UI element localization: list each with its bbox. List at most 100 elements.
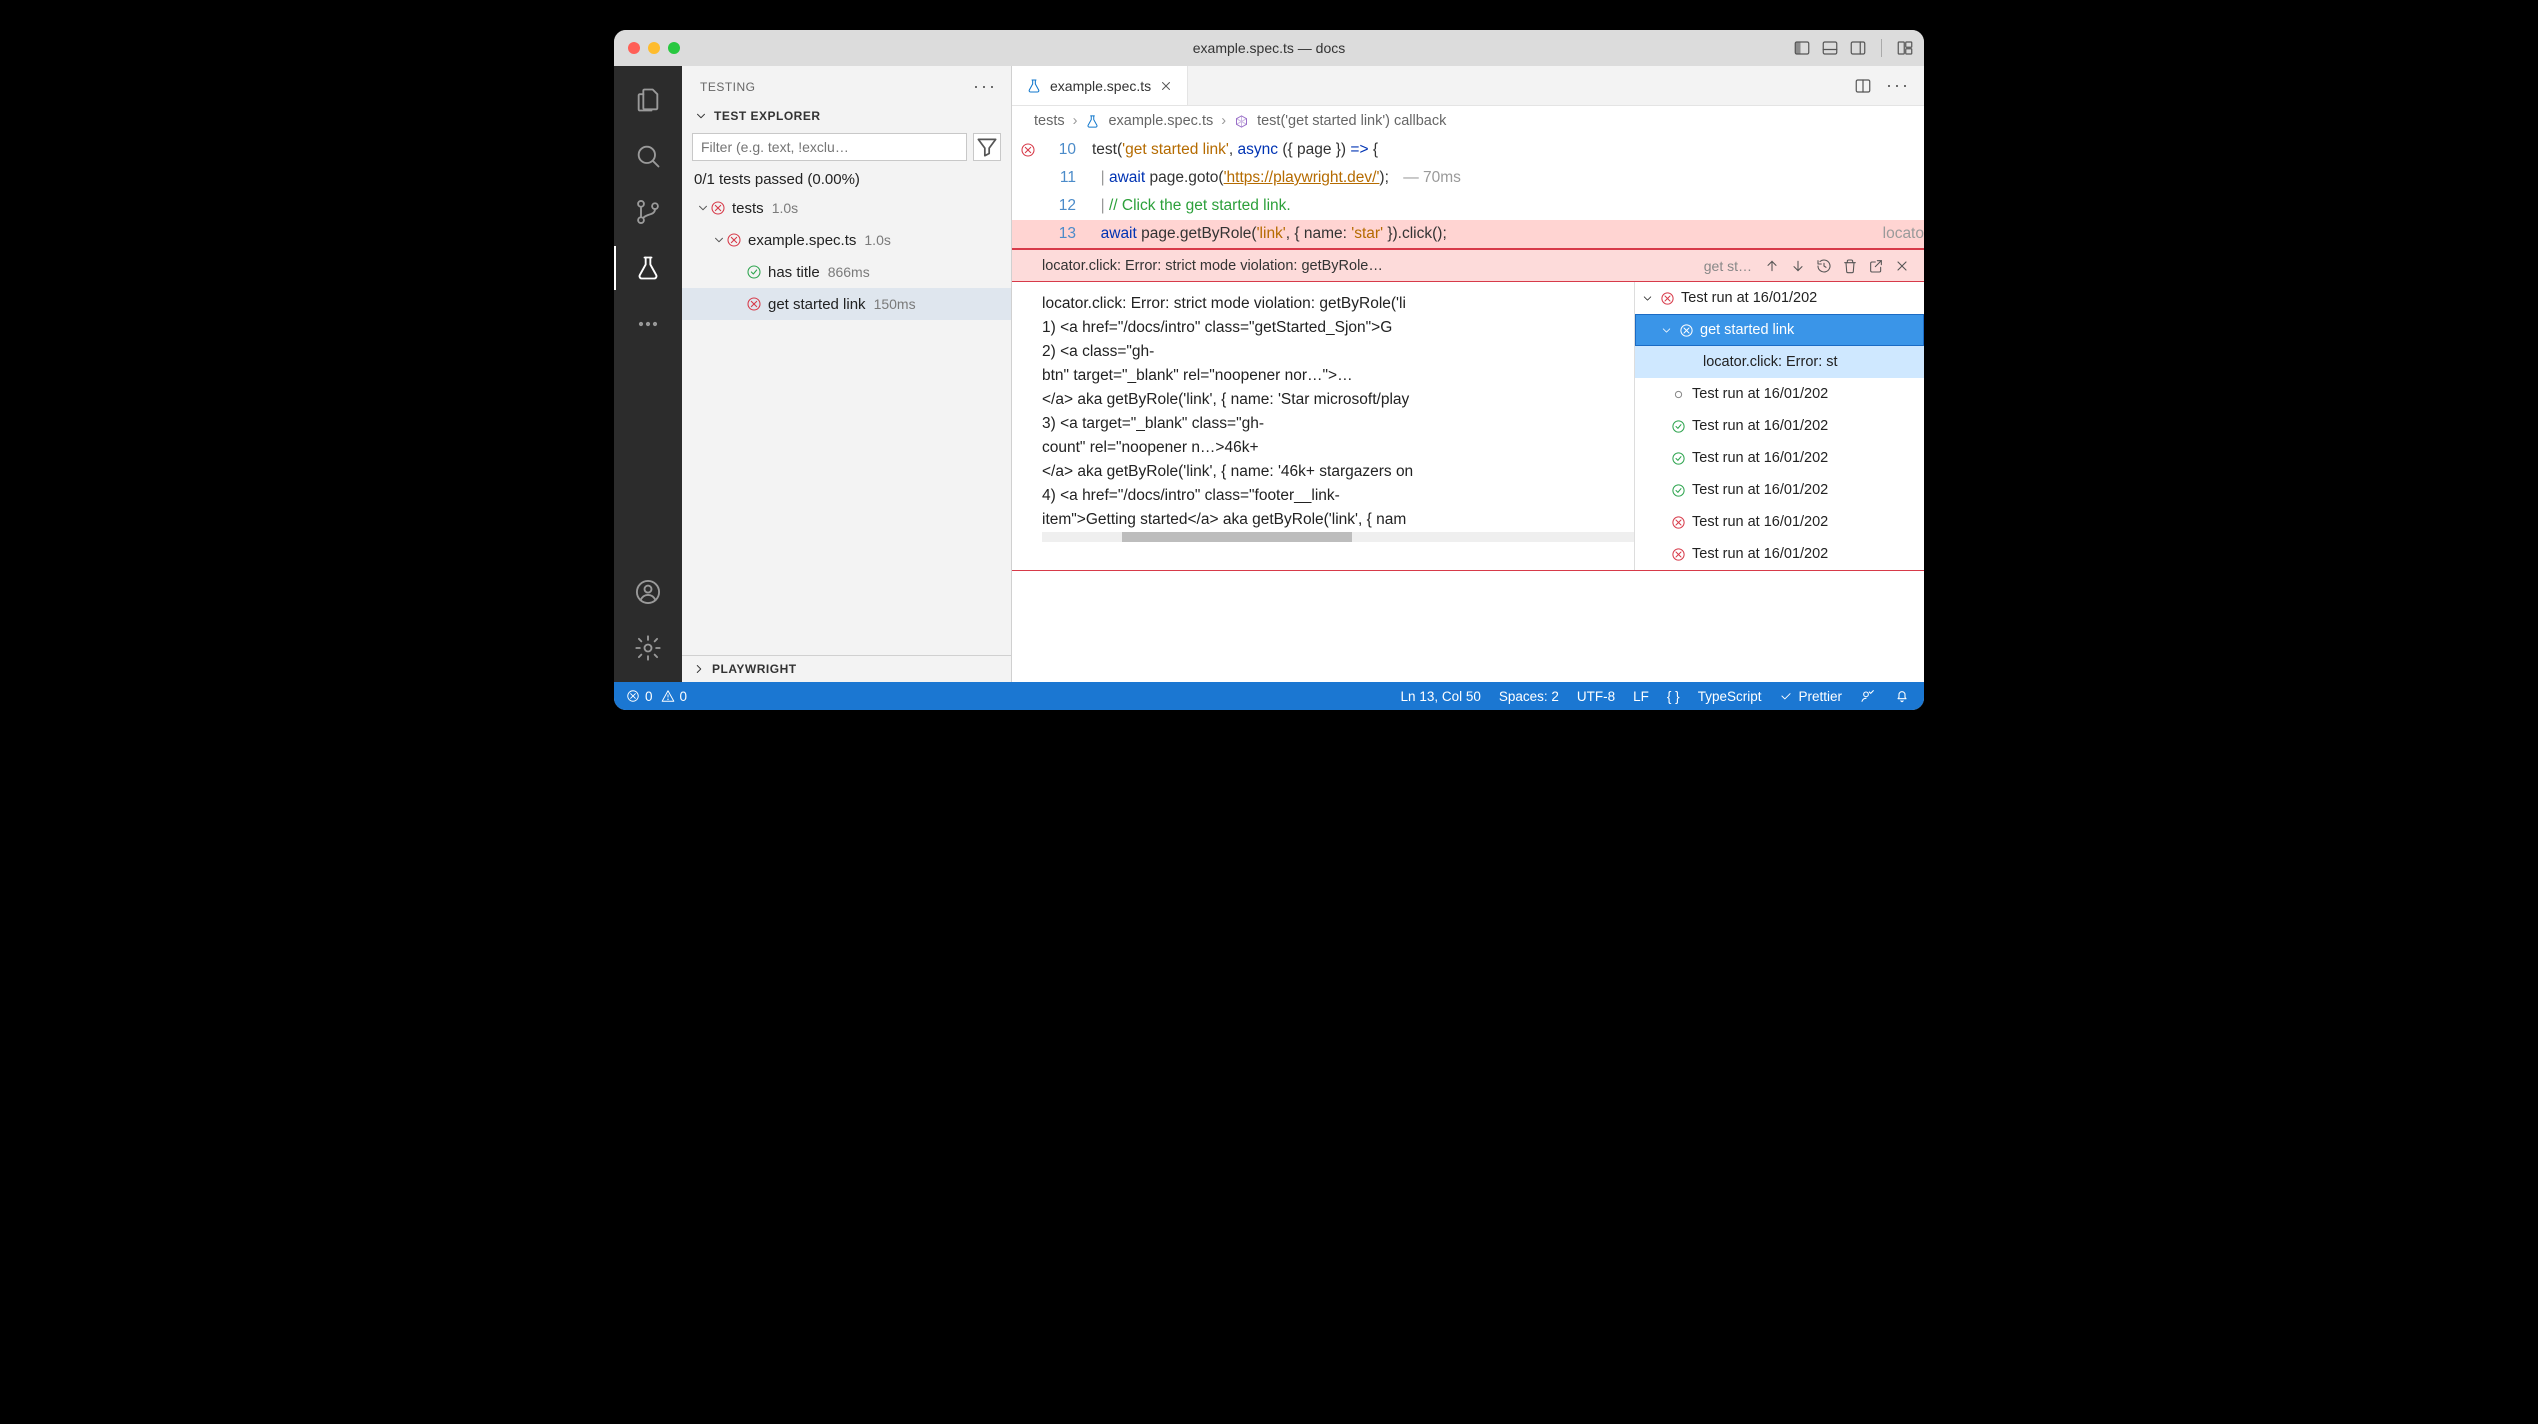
activity-search[interactable] xyxy=(614,128,682,184)
bell-icon[interactable] xyxy=(1894,688,1910,704)
peek-error-short: get st… xyxy=(1704,258,1752,274)
activity-bar xyxy=(614,66,682,682)
breadcrumbs[interactable]: tests › example.spec.ts › test('get star… xyxy=(1012,106,1924,136)
tree-row-has-title[interactable]: has title 866ms xyxy=(682,256,1011,288)
close-window-button[interactable] xyxy=(628,42,640,54)
panel-right-icon[interactable] xyxy=(1849,39,1867,57)
run-row[interactable]: Test run at 16/01/202 xyxy=(1635,378,1924,410)
run-row[interactable]: Test run at 16/01/202 xyxy=(1635,410,1924,442)
filter-button[interactable] xyxy=(973,133,1001,161)
fail-icon xyxy=(746,296,762,312)
editor-pane: example.spec.ts ··· tests › example.spec… xyxy=(1012,66,1924,682)
status-indent[interactable]: Spaces: 2 xyxy=(1499,689,1559,704)
sidebar-title: TESTING xyxy=(700,80,756,94)
status-cursor[interactable]: Ln 13, Col 50 xyxy=(1401,689,1481,704)
gear-icon xyxy=(634,634,662,662)
beaker-icon xyxy=(634,254,662,282)
panel-bottom-icon[interactable] xyxy=(1821,39,1839,57)
test-tree: tests 1.0s example.spec.ts 1.0s has titl… xyxy=(682,190,1011,655)
tree-row-tests[interactable]: tests 1.0s xyxy=(682,192,1011,224)
tree-row-get-started[interactable]: get started link 150ms xyxy=(682,288,1011,320)
sidebar-more-icon[interactable]: ··· xyxy=(973,76,997,97)
run-row[interactable]: Test run at 16/01/202 xyxy=(1635,506,1924,538)
peek-error-details[interactable]: locator.click: Error: strict mode violat… xyxy=(1012,282,1634,570)
activity-settings[interactable] xyxy=(614,620,682,676)
peek-error-message: locator.click: Error: strict mode violat… xyxy=(1042,258,1692,274)
account-icon xyxy=(634,578,662,606)
tree-duration: 866ms xyxy=(828,264,870,280)
status-errors[interactable]: 0 xyxy=(626,689,653,704)
beaker-icon xyxy=(1085,114,1100,129)
error-count-icon xyxy=(626,689,640,703)
breadcrumb-item[interactable]: tests xyxy=(1034,113,1065,129)
peek-body: locator.click: Error: strict mode violat… xyxy=(1012,282,1924,571)
fail-icon xyxy=(1671,515,1686,530)
filter-input[interactable] xyxy=(692,133,967,161)
ellipsis-icon xyxy=(634,310,662,338)
tree-label: example.spec.ts xyxy=(748,232,856,249)
activity-testing[interactable] xyxy=(614,240,682,296)
tree-duration: 1.0s xyxy=(772,200,798,216)
status-encoding[interactable]: UTF-8 xyxy=(1577,689,1615,704)
testing-sidebar: TESTING ··· TEST EXPLORER 0/1 tests pass… xyxy=(682,66,1012,682)
footer-label: PLAYWRIGHT xyxy=(712,662,797,676)
editor-more-icon[interactable]: ··· xyxy=(1886,75,1910,96)
trash-icon[interactable] xyxy=(1842,258,1858,274)
activity-more[interactable] xyxy=(614,296,682,352)
run-row[interactable]: Test run at 16/01/202 xyxy=(1635,442,1924,474)
status-lang-braces[interactable]: { } xyxy=(1667,689,1680,704)
files-icon xyxy=(634,86,662,114)
horizontal-scrollbar[interactable] xyxy=(1042,532,1634,542)
activity-explorer[interactable] xyxy=(614,72,682,128)
breadcrumb-item[interactable]: example.spec.ts xyxy=(1108,113,1213,129)
layout-customize-icon[interactable] xyxy=(1896,39,1914,57)
panel-left-icon[interactable] xyxy=(1793,39,1811,57)
arrow-down-icon[interactable] xyxy=(1790,258,1806,274)
maximize-window-button[interactable] xyxy=(668,42,680,54)
peek-header: locator.click: Error: strict mode violat… xyxy=(1012,250,1924,282)
run-row[interactable]: Test run at 16/01/202 xyxy=(1635,538,1924,570)
chevron-down-icon xyxy=(1641,292,1654,305)
test-run-history: Test run at 16/01/202 get started link l… xyxy=(1634,282,1924,570)
split-editor-icon[interactable] xyxy=(1854,77,1872,95)
search-icon xyxy=(634,142,662,170)
chevron-down-icon xyxy=(694,109,708,123)
run-row-selected[interactable]: get started link xyxy=(1635,314,1924,346)
fail-icon xyxy=(726,232,742,248)
section-label: TEST EXPLORER xyxy=(714,109,821,123)
fail-icon xyxy=(1671,547,1686,562)
open-external-icon[interactable] xyxy=(1868,258,1884,274)
tab-example-spec[interactable]: example.spec.ts xyxy=(1012,66,1188,105)
run-row[interactable]: Test run at 16/01/202 xyxy=(1635,474,1924,506)
minimize-window-button[interactable] xyxy=(648,42,660,54)
beaker-icon xyxy=(1026,78,1042,94)
run-row[interactable]: locator.click: Error: st xyxy=(1635,346,1924,378)
section-playwright[interactable]: PLAYWRIGHT xyxy=(682,655,1011,682)
pass-icon xyxy=(746,264,762,280)
error-gutter-icon[interactable] xyxy=(1020,142,1036,158)
titlebar: example.spec.ts — docs xyxy=(614,30,1924,66)
activity-account[interactable] xyxy=(614,564,682,620)
status-warnings[interactable]: 0 xyxy=(661,689,688,704)
status-language[interactable]: TypeScript xyxy=(1698,689,1762,704)
close-icon[interactable] xyxy=(1159,79,1173,93)
fail-icon xyxy=(1660,291,1675,306)
section-test-explorer[interactable]: TEST EXPLORER xyxy=(682,103,1011,129)
tree-duration: 1.0s xyxy=(864,232,890,248)
breadcrumb-item[interactable]: test('get started link') callback xyxy=(1257,113,1446,129)
code-area[interactable]: 10 test('get started link', async ({ pag… xyxy=(1012,136,1924,248)
tree-row-file[interactable]: example.spec.ts 1.0s xyxy=(682,224,1011,256)
pending-icon xyxy=(1671,387,1686,402)
arrow-up-icon[interactable] xyxy=(1764,258,1780,274)
close-icon[interactable] xyxy=(1894,258,1910,274)
run-row[interactable]: Test run at 16/01/202 xyxy=(1635,282,1924,314)
fail-icon xyxy=(1679,323,1694,338)
status-prettier[interactable]: Prettier xyxy=(1779,689,1842,704)
funnel-icon xyxy=(974,134,1000,160)
feedback-icon[interactable] xyxy=(1860,688,1876,704)
status-eol[interactable]: LF xyxy=(1633,689,1649,704)
chevron-down-icon xyxy=(696,201,710,215)
history-icon[interactable] xyxy=(1816,258,1832,274)
activity-source-control[interactable] xyxy=(614,184,682,240)
chevron-down-icon xyxy=(712,233,726,247)
